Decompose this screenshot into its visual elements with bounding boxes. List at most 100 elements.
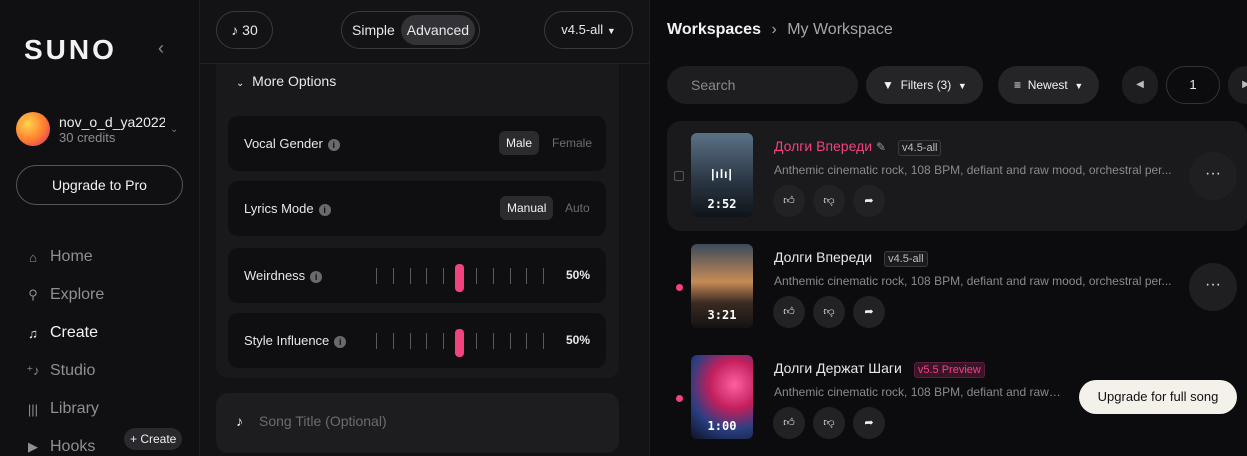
- filter-icon: ▼: [882, 78, 894, 92]
- version-select[interactable]: v4.5-all ▼: [544, 11, 633, 49]
- info-icon[interactable]: i: [327, 139, 340, 151]
- credits-badge[interactable]: ♪ 30: [216, 11, 273, 49]
- suno-logo[interactable]: SUNO: [24, 34, 117, 66]
- sort-button[interactable]: ≡ Newest ▼: [998, 66, 1100, 104]
- user-name: nov_o_d_ya2022: [59, 113, 165, 130]
- song-title[interactable]: Долги Держат Шаги: [774, 360, 902, 376]
- sidebar-item-studio[interactable]: ⁺♪ Studio: [24, 352, 104, 390]
- vocal-female-option[interactable]: Female: [545, 131, 599, 155]
- more-options-panel: ⌄ More Options Vocal Gender i Male Female…: [216, 64, 619, 378]
- lyrics-manual-option[interactable]: Manual: [500, 196, 554, 220]
- style-influence-row: Style Influence i 50%: [228, 313, 606, 368]
- page-number[interactable]: 1: [1166, 66, 1220, 104]
- song-duration: 2:52: [707, 197, 737, 211]
- avatar: [16, 112, 50, 146]
- chevron-right-icon: ›: [771, 21, 777, 38]
- sidebar-nav: ⌂ Home ⚲ Explore ♫ Create ⁺♪ Studio ||| Libra…: [24, 238, 104, 456]
- song-duration: 1:00: [707, 419, 737, 433]
- search-icon: ⚲: [28, 287, 38, 302]
- waveform-icon: |ılı|: [711, 167, 733, 181]
- mode-toggle: Simple Advanced: [341, 11, 481, 49]
- user-credits: 30 credits: [59, 129, 116, 145]
- create-toolbar: ♪ 30 Simple Advanced v4.5-all ▼: [200, 0, 650, 64]
- more-options-toggle[interactable]: ⌄ More Options: [236, 73, 336, 89]
- style-influence-slider[interactable]: [376, 329, 546, 357]
- create-panel: ♪ 30 Simple Advanced v4.5-all ▼ ▲ ⌄ More…: [200, 0, 844, 456]
- music-note-icon: ♪: [231, 22, 239, 38]
- song-description: Anthemic cinematic rock, 108 BPM, defian…: [774, 163, 1172, 177]
- collapse-sidebar-icon[interactable]: ‹: [158, 38, 164, 59]
- app: SUNO ‹ nov_o_d_ya2022 30 credits ⌄ Upgra…: [0, 0, 1247, 456]
- mode-simple[interactable]: Simple: [346, 15, 401, 45]
- song-item[interactable]: |ılı| 2:52 Долги Впереди ✎ v4.5-all Anthe…: [667, 121, 1247, 231]
- upgrade-full-song-button[interactable]: Upgrade for full song: [1079, 380, 1237, 414]
- upgrade-to-pro-button[interactable]: Upgrade to Pro: [16, 165, 183, 205]
- thumbs-down-icon[interactable]: 👎︎: [813, 407, 845, 439]
- slider-thumb[interactable]: [455, 329, 464, 357]
- sidebar-item-home[interactable]: ⌂ Home: [24, 238, 104, 276]
- slider-thumb[interactable]: [455, 264, 464, 292]
- library-icon: |||: [27, 401, 39, 417]
- version-tag: v4.5-all: [898, 140, 942, 156]
- song-title-field[interactable]: ♪ Song Title (Optional): [216, 393, 619, 453]
- filters-label: Filters (3): [900, 78, 952, 92]
- prev-page-button[interactable]: ◀: [1122, 66, 1158, 104]
- style-influence-label: Style Influence: [244, 333, 330, 348]
- sidebar-item-library[interactable]: ||| Library: [24, 390, 104, 428]
- edit-pencil-icon[interactable]: ✎: [876, 140, 886, 154]
- lyrics-mode-row: Lyrics Mode i Manual Auto: [228, 181, 606, 236]
- thumbs-up-icon[interactable]: 👍︎: [773, 185, 805, 217]
- more-options-button[interactable]: ···: [1189, 263, 1237, 311]
- song-title[interactable]: Долги Впереди: [774, 249, 872, 265]
- song-title-placeholder: Song Title (Optional): [259, 413, 387, 429]
- info-icon[interactable]: i: [318, 204, 331, 216]
- song-cover[interactable]: 1:00: [691, 355, 753, 439]
- sidebar-item-label: Library: [50, 400, 99, 417]
- weirdness-value: 50%: [565, 268, 590, 282]
- info-icon[interactable]: i: [310, 271, 323, 283]
- thumbs-down-icon[interactable]: 👎︎: [813, 296, 845, 328]
- thumbs-up-icon[interactable]: 👍︎: [773, 407, 805, 439]
- version-tag: v5.5 Preview: [913, 362, 985, 378]
- version-label: v4.5-all: [561, 22, 604, 37]
- sidebar-item-explore[interactable]: ⚲ Explore: [24, 276, 104, 314]
- hooks-create-button[interactable]: + Create: [124, 428, 183, 450]
- style-influence-value: 50%: [565, 333, 590, 347]
- sidebar-item-label: Create: [50, 324, 99, 341]
- caret-down-icon: ▼: [606, 26, 616, 36]
- share-icon[interactable]: ➦: [853, 296, 885, 328]
- breadcrumb-workspaces[interactable]: Workspaces: [667, 21, 761, 38]
- play-square-icon: ▶: [28, 439, 38, 454]
- sidebar-item-label: Explore: [50, 286, 105, 303]
- song-title[interactable]: Долги Впереди: [774, 138, 872, 154]
- vocal-male-option[interactable]: Male: [499, 131, 540, 155]
- lyrics-mode-label: Lyrics Mode: [244, 201, 314, 216]
- mode-advanced[interactable]: Advanced: [400, 15, 476, 45]
- next-page-button[interactable]: ▶: [1228, 66, 1247, 104]
- caret-down-icon: ▼: [957, 81, 967, 91]
- breadcrumb-current: My Workspace: [787, 21, 893, 38]
- weirdness-slider[interactable]: [376, 264, 546, 292]
- sort-icon: ≡: [1014, 78, 1022, 92]
- share-icon[interactable]: ➦: [853, 185, 885, 217]
- weirdness-row: Weirdness i 50%: [228, 248, 606, 303]
- song-item[interactable]: 3:21 Долги Впереди v4.5-all Anthemic cine…: [667, 232, 1247, 342]
- lyrics-auto-option[interactable]: Auto: [558, 196, 597, 220]
- music-note-icon: ♫: [28, 325, 38, 341]
- search-input[interactable]: Search: [667, 66, 858, 104]
- thumbs-up-icon[interactable]: 👍︎: [773, 296, 805, 328]
- song-cover[interactable]: |ılı| 2:52: [691, 133, 753, 217]
- filters-button[interactable]: ▼ Filters (3) ▼: [866, 66, 983, 104]
- more-options-button[interactable]: ···: [1189, 152, 1237, 200]
- studio-icon: ⁺♪: [26, 363, 40, 378]
- share-icon[interactable]: ➦: [853, 407, 885, 439]
- song-cover[interactable]: 3:21: [691, 244, 753, 328]
- thumbs-down-icon[interactable]: 👎︎: [813, 185, 845, 217]
- sidebar-item-label: Hooks: [50, 438, 96, 455]
- info-icon[interactable]: i: [334, 336, 347, 348]
- sidebar-item-hooks[interactable]: ▶ Hooks: [24, 428, 104, 456]
- select-checkbox[interactable]: [674, 171, 684, 181]
- sidebar-item-create[interactable]: ♫ Create: [24, 314, 104, 352]
- song-description: Anthemic cinematic rock, 108 BPM, defian…: [774, 274, 1172, 288]
- user-menu[interactable]: nov_o_d_ya2022 30 credits ⌄: [16, 112, 178, 146]
